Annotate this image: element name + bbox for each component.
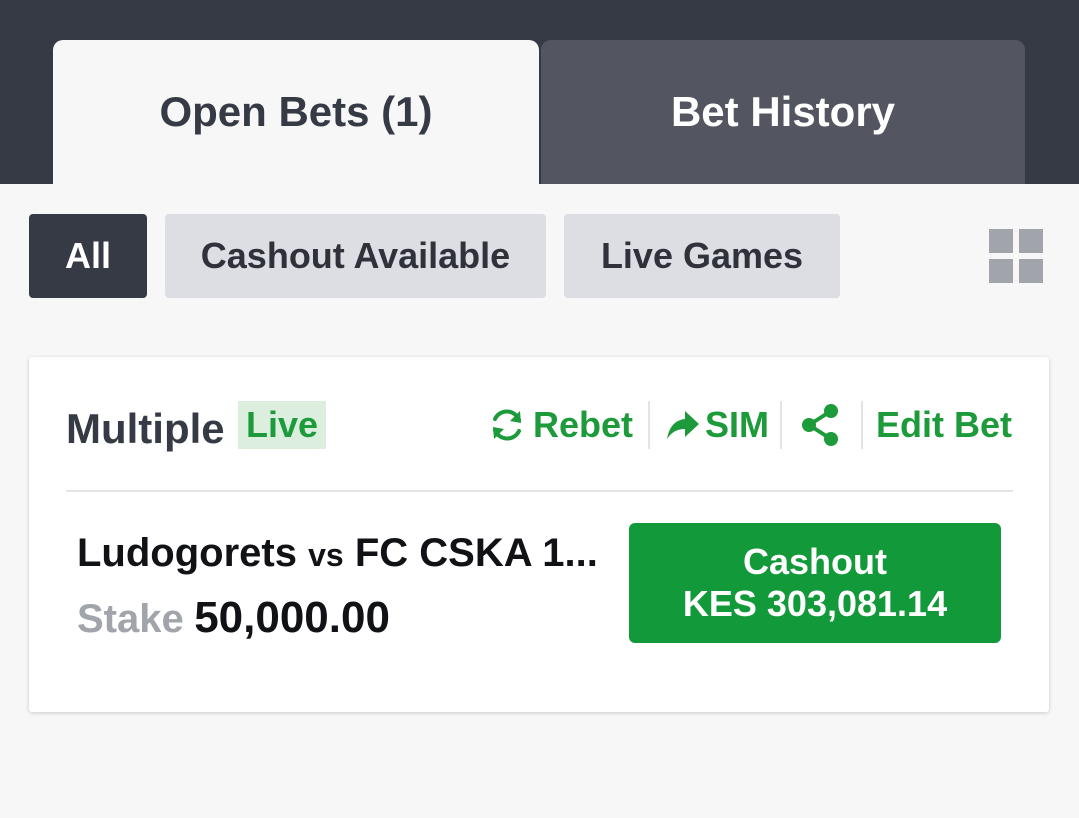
cashout-button[interactable]: Cashout KES 303,081.14 — [629, 523, 1001, 643]
match-title[interactable]: Ludogorets vs FC CSKA 1... — [77, 531, 617, 576]
tab-bet-history[interactable]: Bet History — [541, 40, 1025, 184]
live-badge: Live — [238, 401, 327, 449]
rebet-button[interactable]: Rebet — [487, 399, 633, 451]
bet-type-label: Multiple — [66, 405, 225, 452]
edit-bet-label: Edit Bet — [876, 404, 1013, 445]
card-divider — [66, 490, 1013, 492]
divider — [648, 401, 650, 449]
refresh-icon — [493, 409, 521, 441]
away-team: FC CSKA 1... — [354, 531, 598, 575]
divider — [861, 401, 863, 449]
header-bar: Open Bets (1) Bet History — [0, 0, 1079, 184]
forward-arrow-icon — [667, 411, 699, 439]
vs-label: vs — [308, 537, 344, 573]
filter-cashout-available-button[interactable]: Cashout Available — [165, 214, 546, 298]
filter-all-button[interactable]: All — [29, 214, 147, 298]
cashout-amount: KES 303,081.14 — [682, 583, 948, 624]
cashout-label: Cashout — [743, 541, 887, 582]
share-icon — [802, 404, 838, 446]
stake-row: Stake 50,000.00 — [77, 593, 390, 643]
stake-value: 50,000.00 — [194, 593, 390, 642]
divider — [780, 401, 782, 449]
filter-live-games-button[interactable]: Live Games — [564, 214, 840, 298]
tab-open-bets[interactable]: Open Bets (1) — [53, 40, 539, 184]
home-team: Ludogorets — [77, 531, 297, 575]
rebet-label: Rebet — [533, 404, 634, 445]
share-button[interactable] — [799, 399, 843, 451]
stake-label: Stake — [77, 597, 184, 641]
grid-view-icon[interactable] — [989, 229, 1043, 283]
bet-card: Multiple Live Rebet SIM Edit Bet Ludogor… — [29, 357, 1049, 712]
sim-button[interactable]: SIM — [665, 399, 769, 451]
sim-label: SIM — [705, 404, 770, 445]
edit-bet-button[interactable]: Edit Bet — [876, 399, 1012, 451]
